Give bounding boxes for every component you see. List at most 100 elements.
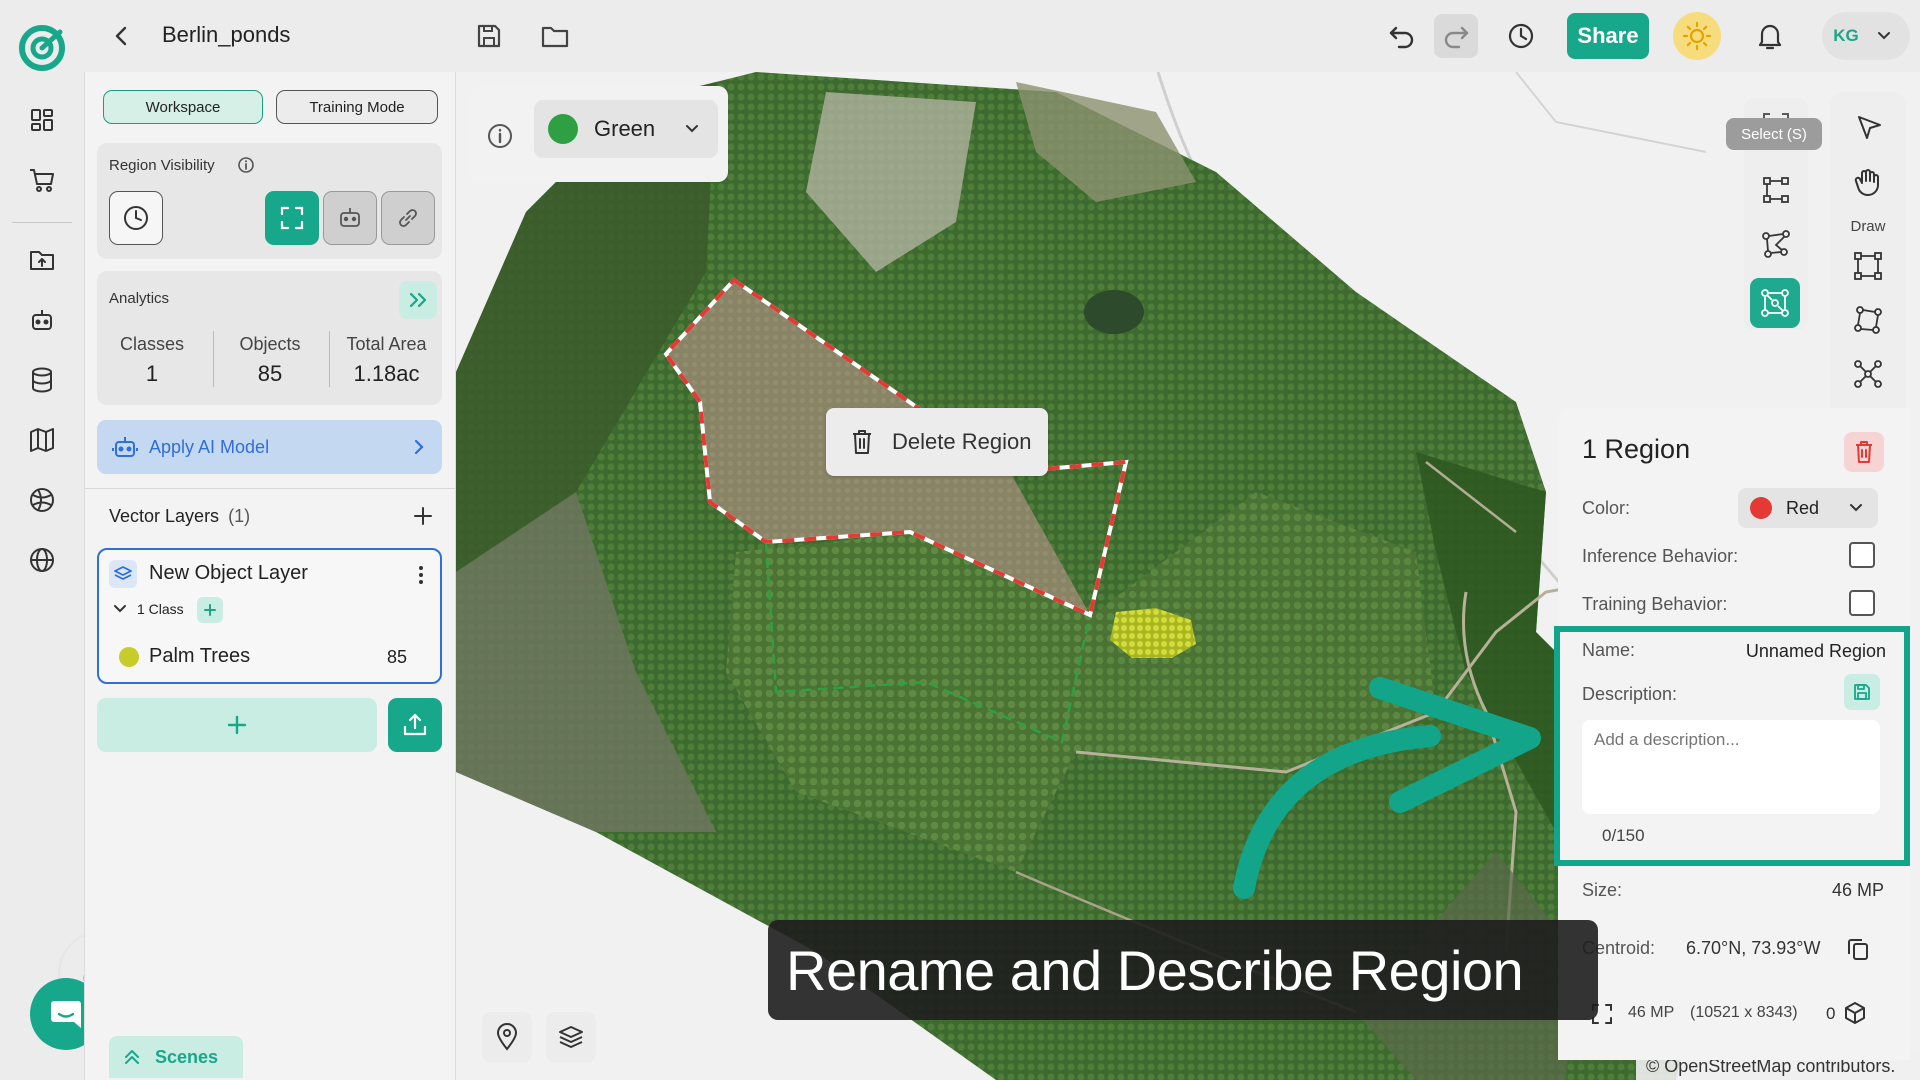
classes-label: Classes xyxy=(119,334,185,354)
analytics-card: Analytics Classes 1 Objects 85 Total Are… xyxy=(97,271,442,405)
globe-icon[interactable] xyxy=(22,540,62,580)
analytics-expand-button[interactable] xyxy=(399,281,437,319)
vertex-tool-icon[interactable] xyxy=(1760,174,1792,206)
locate-button[interactable] xyxy=(482,1012,532,1062)
layer-name: New Object Layer xyxy=(149,562,308,584)
double-chevron-up-icon xyxy=(125,1050,139,1064)
copy-icon[interactable] xyxy=(1846,936,1870,962)
save-icon xyxy=(1854,684,1870,700)
total-area-value: 1.18ac xyxy=(353,361,420,386)
delete-region-button[interactable]: Delete Region xyxy=(826,408,1048,476)
description-textarea[interactable] xyxy=(1582,720,1880,814)
user-menu[interactable]: KG xyxy=(1822,12,1910,60)
apply-ai-model-label: Apply AI Model xyxy=(149,436,270,457)
project-title: Berlin_ponds xyxy=(162,22,291,47)
tutorial-arrow xyxy=(1233,677,1541,899)
edit-shape-tool-icon[interactable] xyxy=(1760,228,1792,260)
size-label: Size: xyxy=(1582,880,1623,900)
inference-behavior-checkbox[interactable] xyxy=(1849,542,1875,568)
visibility-region-button[interactable] xyxy=(265,191,319,245)
info-icon[interactable] xyxy=(237,156,255,174)
robot-icon xyxy=(112,437,138,457)
training-behavior-checkbox[interactable] xyxy=(1849,590,1875,616)
globe-grid-icon[interactable] xyxy=(22,480,62,520)
resolution-mp: 46 MP xyxy=(1628,1004,1675,1021)
share-button[interactable]: Share xyxy=(1567,13,1649,59)
vector-layers-label: Vector Layers xyxy=(109,506,220,526)
sidebar: Workspace Training Mode Region Visibilit… xyxy=(84,72,456,1080)
add-layer-icon[interactable] xyxy=(411,504,435,528)
undo-icon[interactable] xyxy=(1380,14,1424,58)
layer-card[interactable]: New Object Layer 1 Class Palm Trees 85 xyxy=(97,548,442,684)
visibility-ai-button[interactable] xyxy=(323,191,377,245)
chevron-right-icon xyxy=(414,439,424,455)
tool-column-right: Draw xyxy=(1830,92,1906,412)
layer-color-label: Green xyxy=(594,116,656,141)
theme-toggle[interactable] xyxy=(1673,12,1721,60)
layer-color-select[interactable]: Green xyxy=(534,100,718,158)
back-icon[interactable] xyxy=(100,14,144,58)
add-layer-button[interactable] xyxy=(97,698,377,752)
layers-icon xyxy=(109,560,137,588)
database-icon[interactable] xyxy=(22,360,62,400)
cart-icon[interactable] xyxy=(22,160,62,200)
node-edit-tool-button[interactable] xyxy=(1750,278,1800,328)
visibility-link-button[interactable] xyxy=(381,191,435,245)
objects-label: Objects xyxy=(239,334,301,354)
export-layer-button[interactable] xyxy=(388,698,442,752)
delete-region-icon-button[interactable] xyxy=(1844,432,1884,472)
map-icon[interactable] xyxy=(22,420,62,460)
vector-layers-count: (1) xyxy=(228,506,251,526)
visibility-clock-button[interactable] xyxy=(109,191,163,245)
hand-pan-icon[interactable] xyxy=(1852,166,1884,198)
bell-icon[interactable] xyxy=(1748,14,1792,58)
objects-value: 85 xyxy=(257,361,283,386)
apply-ai-model-button[interactable]: Apply AI Model xyxy=(97,420,442,474)
redo-icon[interactable] xyxy=(1434,14,1478,58)
left-rail: g. 21 xyxy=(0,72,158,1080)
region-color-select[interactable]: Red xyxy=(1738,488,1878,528)
chevron-down-icon xyxy=(1850,504,1862,512)
draw-freeform-icon[interactable] xyxy=(1852,358,1884,390)
select-tooltip: Select (S) xyxy=(1726,118,1822,150)
save-description-button[interactable] xyxy=(1844,674,1880,710)
rail-divider xyxy=(12,222,72,223)
region-visibility-label: Region Visibility xyxy=(109,157,215,174)
tab-training-mode[interactable]: Training Mode xyxy=(276,90,438,124)
draw-polygon-icon[interactable] xyxy=(1852,304,1884,336)
node-edit-icon xyxy=(1761,289,1789,317)
upload-icon xyxy=(403,713,427,736)
region-color-swatch xyxy=(1750,497,1772,519)
class-toggle-chevron-icon[interactable] xyxy=(113,602,127,616)
app-logo[interactable] xyxy=(16,22,68,74)
scenes-toggle-button[interactable]: Scenes xyxy=(109,1036,243,1078)
robot-icon[interactable] xyxy=(22,300,62,340)
folder-icon[interactable] xyxy=(533,14,577,58)
link-icon xyxy=(399,209,417,227)
stat-divider xyxy=(329,331,330,387)
select-pointer-icon[interactable] xyxy=(1854,112,1884,142)
stat-divider xyxy=(213,331,214,387)
history-icon[interactable] xyxy=(1499,14,1543,58)
region-title: 1 Region xyxy=(1582,434,1691,464)
draw-rectangle-icon[interactable] xyxy=(1852,250,1884,282)
dashboard-icon[interactable] xyxy=(22,100,62,140)
chevron-down-icon xyxy=(1878,32,1890,40)
region-visibility-card: Region Visibility xyxy=(97,143,442,259)
scenes-label: Scenes xyxy=(155,1046,219,1067)
save-icon[interactable] xyxy=(467,14,511,58)
description-char-count: 0/150 xyxy=(1602,826,1645,845)
add-class-button[interactable] xyxy=(197,597,223,623)
location-pin-icon xyxy=(496,1023,518,1051)
info-icon[interactable] xyxy=(486,122,514,150)
folder-upload-icon[interactable] xyxy=(22,240,62,280)
trash-icon xyxy=(1856,441,1872,463)
class-name[interactable]: Palm Trees xyxy=(149,645,250,668)
layers-button[interactable] xyxy=(546,1012,596,1062)
sun-icon xyxy=(1682,21,1712,51)
tab-workspace[interactable]: Workspace xyxy=(103,90,263,124)
region-name-input[interactable] xyxy=(1708,634,1886,668)
inference-behavior-label: Inference Behavior: xyxy=(1582,546,1739,566)
chevron-down-icon xyxy=(686,125,698,133)
layer-more-icon[interactable] xyxy=(417,564,425,586)
